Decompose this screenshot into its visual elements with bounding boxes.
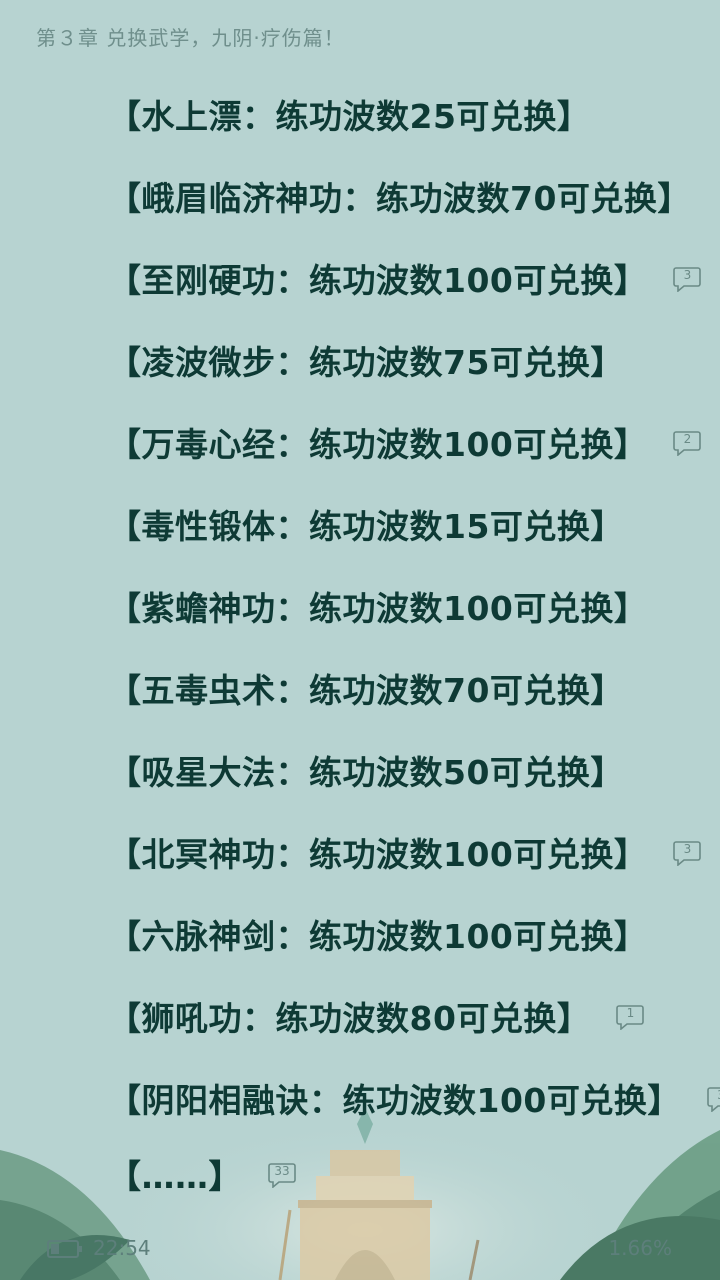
text-line: 【北冥神功：练功波数100可兑换】 3 [108, 824, 702, 880]
clock-time: 22:54 [93, 1236, 151, 1260]
comment-count: 3 [683, 842, 692, 856]
comment-count: 3 [683, 268, 692, 282]
comment-count: 2 [683, 432, 692, 446]
line-text: 【吸星大法：练功波数50可兑换】 [108, 753, 624, 792]
line-text: 【毒性锻体：练功波数15可兑换】 [108, 507, 624, 546]
text-line: 【毒性锻体：练功波数15可兑换】 [108, 496, 624, 552]
line-text: 【水上漂：练功波数25可兑换】 [108, 97, 591, 136]
comment-count: 1 [626, 1006, 635, 1020]
reading-progress: 1.66% [608, 1236, 672, 1260]
comment-badge[interactable]: 3 [673, 840, 702, 866]
line-text: 【峨眉临济神功：练功波数70可兑换】 [108, 179, 691, 218]
text-line: 【……】 33 [108, 1146, 296, 1202]
comment-badge[interactable]: 3 [707, 1086, 720, 1112]
line-text: 【五毒虫术：练功波数70可兑换】 [108, 671, 624, 710]
text-line: 【水上漂：练功波数25可兑换】 [108, 86, 590, 142]
text-line: 【凌波微步：练功波数75可兑换】 [108, 332, 624, 388]
text-line: 【至刚硬功：练功波数100可兑换】 3 [108, 250, 702, 306]
line-text: 【至刚硬功：练功波数100可兑换】 [108, 261, 648, 300]
line-text: 【……】 [108, 1157, 242, 1196]
reader-status-bar: 22:54 1.66% [0, 1224, 720, 1280]
text-line: 【六脉神剑：练功波数100可兑换】 [108, 906, 647, 962]
text-line: 【狮吼功：练功波数80可兑换】 1 [108, 988, 645, 1044]
text-line: 【五毒虫术：练功波数70可兑换】 [108, 660, 624, 716]
line-text: 【狮吼功：练功波数80可兑换】 [108, 999, 591, 1038]
line-text: 【紫蟾神功：练功波数100可兑换】 [108, 589, 648, 628]
comment-count: 33 [274, 1164, 290, 1178]
comment-badge[interactable]: 3 [673, 266, 702, 292]
comment-count: 3 [707, 1088, 720, 1102]
battery-icon [47, 1240, 82, 1258]
line-text: 【凌波微步：练功波数75可兑换】 [108, 343, 624, 382]
text-line: 【吸星大法：练功波数50可兑换】 [108, 742, 624, 798]
line-text: 【北冥神功：练功波数100可兑换】 [108, 835, 648, 874]
text-line: 【万毒心经：练功波数100可兑换】 2 [108, 414, 702, 470]
line-text: 【六脉神剑：练功波数100可兑换】 [108, 917, 648, 956]
line-text: 【万毒心经：练功波数100可兑换】 [108, 425, 648, 464]
text-line: 【紫蟾神功：练功波数100可兑换】 [108, 578, 647, 634]
comment-badge[interactable]: 33 [268, 1162, 296, 1188]
text-line: 【峨眉临济神功：练功波数70可兑换】 [108, 168, 691, 224]
text-line: 【阴阳相融诀：练功波数100可兑换】 3 [108, 1070, 720, 1126]
chapter-content: 【水上漂：练功波数25可兑换】 【峨眉临济神功：练功波数70可兑换】 【至刚硬功… [0, 0, 720, 1280]
comment-badge[interactable]: 1 [616, 1004, 645, 1030]
comment-badge[interactable]: 2 [673, 430, 702, 456]
line-text: 【阴阳相融诀：练功波数100可兑换】 [108, 1081, 681, 1120]
